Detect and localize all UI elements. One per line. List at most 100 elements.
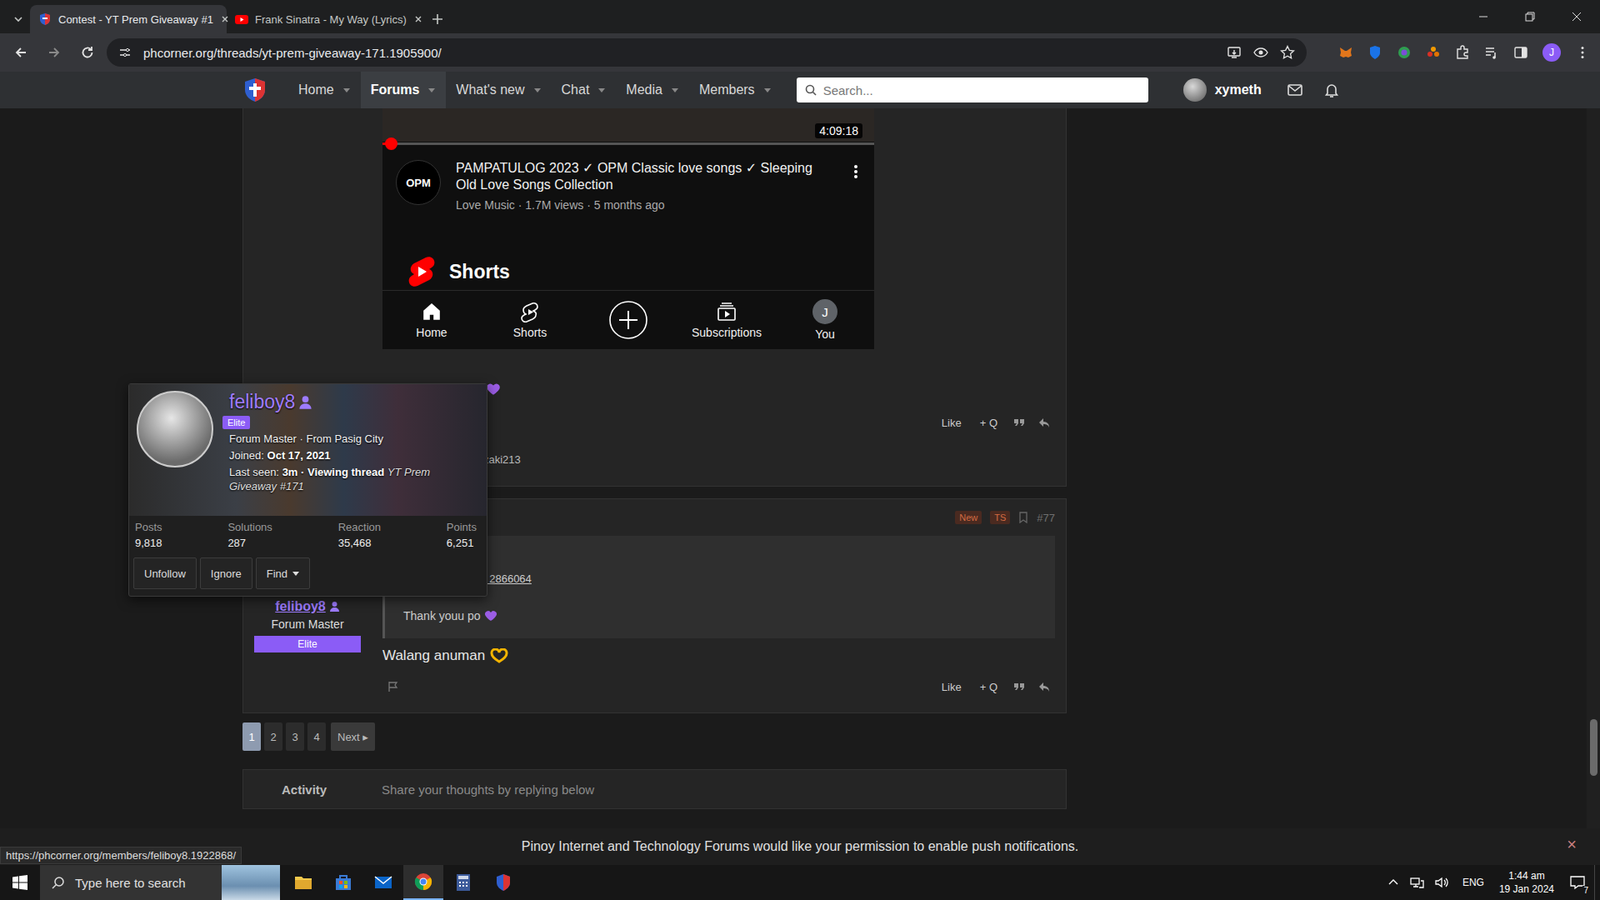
member-name[interactable]: feliboy8 (229, 390, 295, 414)
shield-extension-icon[interactable] (1367, 45, 1383, 60)
puzzle-icon[interactable] (1455, 45, 1470, 60)
member-action-button[interactable]: Ignore (200, 557, 253, 590)
globe-extension-icon[interactable] (1396, 45, 1412, 60)
action-button[interactable]: Like (934, 411, 970, 435)
new-tab-button[interactable] (423, 5, 452, 34)
nav-item[interactable]: Members (689, 71, 782, 109)
nav-item[interactable]: Forums (360, 71, 447, 109)
next-page-button[interactable]: Next ▸ (330, 722, 375, 751)
reply-icon[interactable] (1038, 680, 1050, 693)
menu-dots-icon[interactable] (1575, 45, 1590, 60)
stat-label: Points (446, 520, 477, 534)
tray-chevron-icon[interactable] (1387, 876, 1400, 889)
scrollbar-thumb[interactable] (1590, 719, 1598, 776)
post-number[interactable]: #77 (1036, 511, 1055, 525)
file-explorer-icon (293, 872, 314, 893)
bell-icon[interactable] (1323, 81, 1340, 99)
clock[interactable]: 1:44 am19 Jan 2024 (1499, 869, 1555, 896)
member-hover-card: feliboy8EliteForum Master · From Pasig C… (128, 383, 488, 597)
forum-navigation: HomeForumsWhat's newChatMediaMembers Sear… (0, 71, 1600, 109)
minimize-button[interactable] (1460, 0, 1507, 34)
stat-label: Posts (135, 520, 163, 534)
bottom-nav-item[interactable]: Home (382, 290, 481, 350)
video-row[interactable]: OPMPAMPATULOG 2023 ✓ OPM Classic love so… (382, 145, 875, 212)
taskbar-app[interactable] (363, 865, 404, 900)
push-close-button[interactable]: × (1566, 835, 1577, 855)
progress-bar[interactable] (382, 142, 875, 145)
tab-search-button[interactable] (6, 5, 30, 34)
member-action-button[interactable]: Unfollow (133, 557, 197, 590)
quote-icon[interactable] (1013, 416, 1025, 429)
media-controls-icon[interactable] (1484, 45, 1500, 60)
close-icon[interactable] (413, 14, 424, 25)
video-thumbnail[interactable]: 4:09:18 (382, 108, 875, 142)
reply-icon[interactable] (1038, 416, 1050, 429)
eye-icon[interactable] (1253, 45, 1269, 60)
more-vertical-icon[interactable] (849, 163, 863, 180)
reply-placeholder[interactable]: Share your thoughts by replying below (381, 782, 1066, 797)
bottom-nav-item[interactable]: Shorts (480, 290, 580, 350)
network-icon[interactable] (1409, 875, 1425, 890)
nav-item[interactable]: Home (288, 71, 361, 109)
taskbar-app[interactable] (443, 865, 484, 900)
close-window-button[interactable] (1553, 0, 1600, 34)
forward-button[interactable] (40, 38, 69, 67)
taskbar-app[interactable] (483, 865, 524, 900)
user-avatar[interactable] (1183, 78, 1207, 102)
search-highlight-picture (221, 865, 280, 900)
channel-avatar[interactable]: OPM (395, 160, 441, 205)
quote-source-link[interactable]: t 2866064 (403, 572, 1044, 590)
bottom-nav-item[interactable]: JYou (775, 290, 875, 350)
page-button[interactable]: 4 (307, 722, 326, 751)
volume-icon[interactable] (1434, 875, 1450, 890)
video-meta: Love Music · 1.7M views · 5 months ago (455, 198, 835, 212)
browser-tab[interactable]: Contest - YT Prem Giveaway #1 (30, 5, 227, 34)
reload-button[interactable] (73, 38, 102, 67)
member-action-button[interactable]: Find (255, 557, 310, 590)
username[interactable]: xymeth (1215, 82, 1262, 98)
profile-avatar[interactable]: J (1542, 43, 1561, 62)
input-language[interactable]: ENG (1462, 876, 1485, 889)
search-box[interactable]: Search... (796, 77, 1149, 103)
page-button[interactable]: 2 (264, 722, 283, 751)
action-button[interactable]: + Q (972, 675, 1005, 699)
mail-icon[interactable] (1286, 81, 1304, 99)
taskbar-search[interactable]: Type here to search (40, 865, 280, 900)
member-avatar[interactable] (136, 390, 214, 468)
metamask-icon[interactable] (1338, 45, 1354, 60)
star-icon[interactable] (1280, 45, 1295, 60)
bottom-nav-item[interactable]: Subscriptions (677, 290, 776, 350)
nav-item[interactable]: Chat (551, 71, 617, 109)
shorts-logo-icon (407, 255, 436, 288)
nav-item[interactable]: What's new (445, 71, 551, 109)
forward-arrow-icon (46, 45, 62, 60)
nav-item[interactable]: Media (615, 71, 690, 109)
phcorner-logo-icon[interactable] (241, 76, 269, 104)
address-bar[interactable]: phcorner.org/threads/yt-prem-giveaway-17… (106, 38, 1307, 67)
close-icon[interactable] (220, 14, 230, 25)
taskbar-app[interactable] (283, 865, 324, 900)
progress-handle[interactable] (385, 137, 398, 150)
report-flag-icon[interactable] (387, 680, 400, 693)
browser-tab[interactable]: Frank Sinatra - My Way (Lyrics) (226, 5, 424, 34)
action-button[interactable]: + Q (972, 411, 1005, 435)
show-desktop-button[interactable] (1594, 865, 1600, 900)
taskbar-app[interactable] (403, 865, 444, 900)
author-name[interactable]: feliboy8 (275, 599, 325, 615)
start-button[interactable] (0, 865, 40, 900)
install-app-icon[interactable] (1226, 45, 1242, 60)
side-panel-icon[interactable] (1513, 45, 1529, 60)
tab-strip: Contest - YT Prem Giveaway #1Frank Sinat… (0, 0, 1600, 34)
restore-button[interactable] (1506, 0, 1554, 34)
flower-extension-icon[interactable] (1425, 45, 1441, 60)
page-button[interactable]: 3 (285, 722, 305, 751)
quote-icon[interactable] (1013, 680, 1025, 693)
taskbar-app[interactable] (323, 865, 364, 900)
back-button[interactable] (6, 38, 35, 67)
bookmark-icon[interactable] (1018, 511, 1029, 524)
action-button[interactable]: Like (934, 675, 970, 699)
bottom-nav-item[interactable] (579, 290, 678, 350)
page-button[interactable]: 1 (242, 722, 261, 751)
push-notification-text[interactable]: Pinoy Internet and Technology Forums wou… (521, 839, 1080, 855)
action-center-button[interactable]: 7 (1560, 865, 1595, 900)
